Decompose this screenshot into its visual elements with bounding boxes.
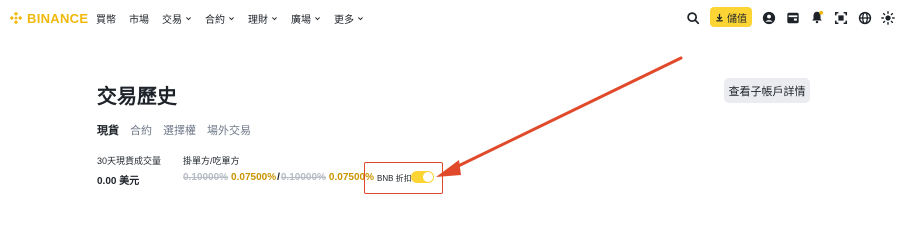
chevron-down-icon [229,17,234,21]
wallet-icon[interactable] [786,11,800,25]
tab-otc[interactable]: 場外交易 [207,122,251,138]
account-icon[interactable] [762,11,776,25]
binance-logo-icon [9,11,23,25]
theme-toggle-icon[interactable] [881,11,895,25]
page-title: 交易歷史 [97,86,177,108]
deposit-button[interactable]: 儲值 [710,7,752,27]
nav-item-label: 合約 [205,15,225,26]
maker-taker-label: 掛單方/吃單方 [183,156,240,166]
nav-item-earn[interactable]: 理財 [248,11,278,26]
spot-volume-value: 0.00 美元 [97,176,140,187]
nav-item-square[interactable]: 廣場 [291,11,321,26]
brand-name: BINANCE [27,10,89,26]
main-nav: 買幣 市場 交易 合約 理財 廣場 更多 [96,11,377,26]
qr-download-icon[interactable] [834,11,848,25]
nav-item-label: 更多 [334,15,354,26]
chevron-down-icon [186,17,191,21]
chevron-down-icon [358,17,363,21]
download-icon [716,13,723,21]
trade-history-tabs: 現貨 合約 選擇權 場外交易 [97,122,262,138]
tab-options[interactable]: 選擇權 [163,122,196,138]
bnb-discount-toggle[interactable] [411,171,434,183]
taker-fee-original: 0.10000% [280,172,326,183]
view-sub-account-details-button[interactable]: 查看子帳戶詳情 [724,78,810,103]
nav-item-label: 理財 [248,15,268,26]
tab-spot[interactable]: 現貨 [97,122,119,138]
chevron-down-icon [315,17,320,21]
search-icon[interactable] [686,11,700,25]
fee-separator: / [277,172,280,183]
bnb-discount-label: BNB 折扣 [377,174,412,183]
maker-fee-discounted: 0.07500% [231,172,277,183]
nav-item-more[interactable]: 更多 [334,11,364,26]
fee-rates: 0.10000% 0.07500% / 0.10000% 0.07500% [183,172,374,183]
deposit-label: 儲值 [727,13,747,25]
nav-item-label: 買幣 [96,15,116,26]
language-globe-icon[interactable] [858,11,872,25]
nav-item-markets[interactable]: 市場 [129,11,149,26]
chevron-down-icon [272,17,277,21]
maker-fee-original: 0.10000% [183,172,229,183]
nav-item-label: 廣場 [291,15,311,26]
nav-item-futures[interactable]: 合約 [205,11,235,26]
spot-volume-label: 30天現貨成交量 [97,156,162,166]
nav-item-label: 交易 [162,15,182,26]
tab-futures[interactable]: 合約 [130,122,152,138]
nav-item-label: 市場 [129,15,149,26]
binance-logo[interactable]: BINANCE [9,10,88,26]
nav-item-buy-crypto[interactable]: 買幣 [96,11,116,26]
notification-icon[interactable] [810,10,824,24]
toggle-knob [423,172,433,182]
nav-item-trade[interactable]: 交易 [162,11,192,26]
top-navigation-bar: BINANCE 買幣 市場 交易 合約 理財 廣場 更多 儲值 [0,0,900,36]
